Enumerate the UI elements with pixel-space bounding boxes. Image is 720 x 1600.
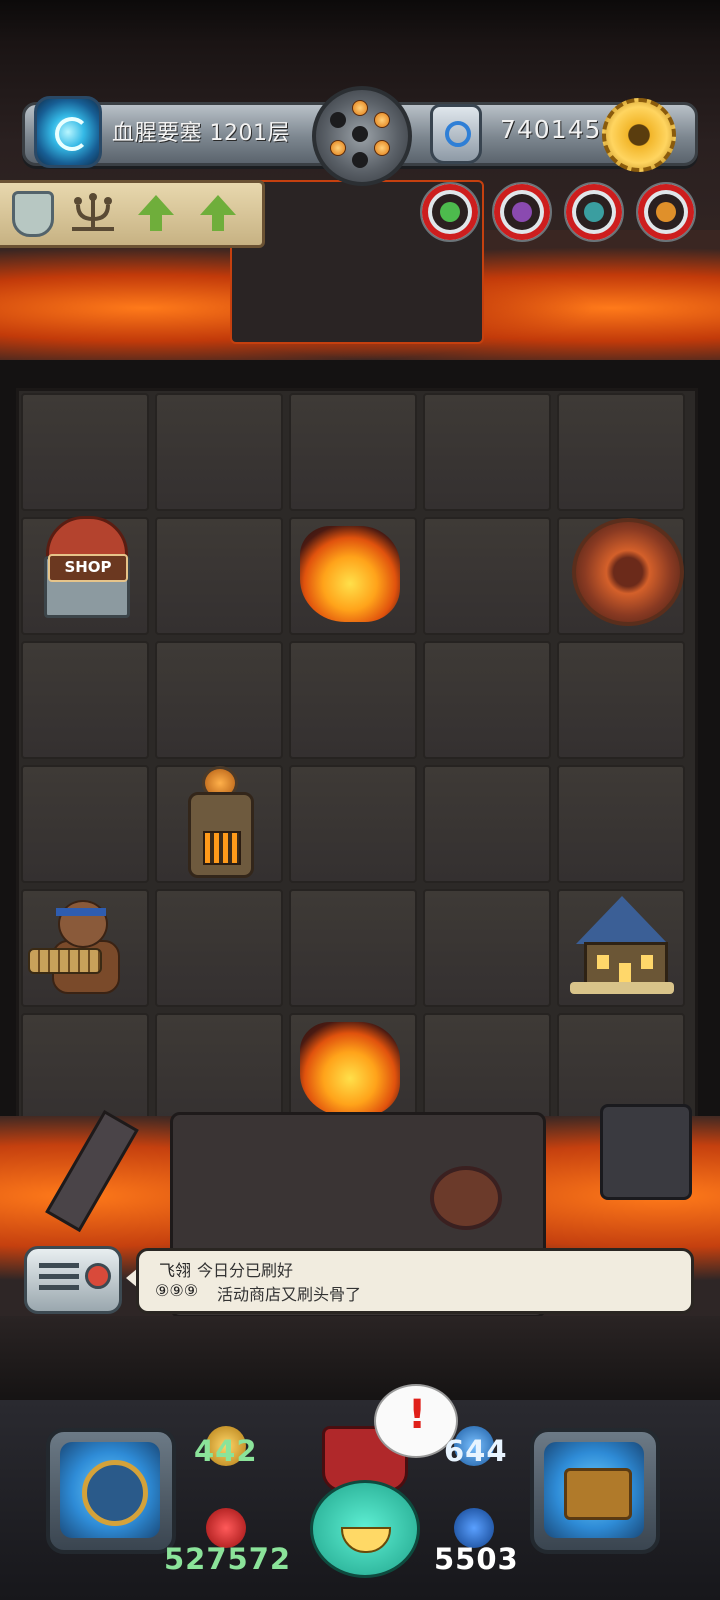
board-cell[interactable]	[155, 517, 283, 635]
board-cell[interactable]	[557, 641, 685, 759]
hero-face	[310, 1480, 420, 1578]
buff-panel	[0, 180, 265, 248]
portal-icon[interactable]	[34, 96, 102, 168]
boss-icon-teal[interactable]	[564, 182, 624, 242]
radio-dial	[85, 1263, 111, 1289]
defense-stat: 644	[444, 1434, 508, 1468]
radio-speaker	[39, 1263, 79, 1293]
board-cell[interactable]	[289, 765, 417, 883]
mp-stat: 5503	[434, 1542, 519, 1576]
furnace-grill	[203, 831, 241, 865]
radio-icon[interactable]	[24, 1246, 122, 1314]
swirl-icon	[55, 117, 89, 151]
hero-mouth	[341, 1527, 391, 1553]
board-cell[interactable]	[557, 765, 685, 883]
board-cell[interactable]	[21, 1013, 149, 1131]
tower-floor-title: 血腥要塞 1201层	[112, 121, 290, 146]
floor-hatch	[430, 1166, 502, 1230]
board-cell[interactable]	[423, 765, 551, 883]
chat-user-name: ⑨⑨⑨	[155, 1281, 199, 1300]
spellbook-icon	[564, 1468, 632, 1520]
board-cell[interactable]	[155, 889, 283, 1007]
boss-icon-purple[interactable]	[492, 182, 552, 242]
board-cell[interactable]	[423, 889, 551, 1007]
gunner-monkey-hero[interactable]	[28, 892, 136, 998]
boss-icon-green[interactable]	[420, 182, 480, 242]
board-cell[interactable]	[21, 393, 149, 511]
spellbook-slot[interactable]	[530, 1428, 660, 1554]
board-cell[interactable]	[21, 641, 149, 759]
shield-icon[interactable]	[12, 191, 54, 237]
gear-icon[interactable]	[602, 98, 676, 172]
board-cell[interactable]	[557, 393, 685, 511]
candelabra-icon[interactable]	[68, 191, 118, 235]
board-cell[interactable]	[423, 641, 551, 759]
monkey-headband	[56, 908, 106, 916]
shop-sign: SHOP	[48, 554, 128, 582]
board-cell[interactable]	[423, 393, 551, 511]
gatling-gun-icon	[28, 948, 102, 974]
chat-bubble[interactable]: 飞翎 今日分已刷好 ⑨⑨⑨ 活动商店又刷头骨了	[136, 1248, 694, 1314]
chat-message: 今日分已刷好	[197, 1261, 294, 1280]
attack-stat: 442	[194, 1434, 258, 1468]
house-building[interactable]	[568, 892, 676, 996]
board-cell[interactable]	[155, 641, 283, 759]
game-board	[16, 388, 698, 1131]
lower-floor	[0, 1316, 720, 1406]
gold-counter: 740145	[500, 115, 602, 144]
alert-icon: !	[408, 1392, 427, 1438]
chat-message: 活动商店又刷头骨了	[217, 1285, 362, 1304]
board-cell[interactable]	[289, 889, 417, 1007]
board-cell[interactable]	[289, 641, 417, 759]
furnace-body	[188, 792, 254, 878]
furnace-building[interactable]	[170, 766, 266, 878]
house-roof	[576, 896, 668, 944]
revolver-icon[interactable]	[312, 86, 412, 186]
house-base	[570, 982, 674, 994]
boss-icon-orange[interactable]	[636, 182, 696, 242]
board-cell[interactable]	[289, 393, 417, 511]
equipment-slot[interactable]	[46, 1428, 176, 1554]
lava-pit[interactable]	[300, 526, 400, 622]
rune-icon[interactable]	[430, 104, 482, 164]
chat-user-name: 飞翎	[159, 1261, 192, 1280]
board-cell[interactable]	[423, 517, 551, 635]
anchor-post	[600, 1104, 692, 1200]
shop-building[interactable]: SHOP	[36, 516, 132, 618]
board-cell[interactable]	[155, 393, 283, 511]
hp-stat: 527572	[164, 1542, 292, 1576]
compass-icon	[82, 1460, 148, 1526]
board-cell[interactable]	[21, 765, 149, 883]
lava-forge-altar[interactable]	[572, 518, 684, 626]
arrow-up-icon[interactable]	[138, 195, 174, 231]
eye-icon	[445, 121, 471, 147]
lava-pit[interactable]	[300, 1022, 400, 1116]
arrow-up-icon[interactable]	[200, 195, 236, 231]
